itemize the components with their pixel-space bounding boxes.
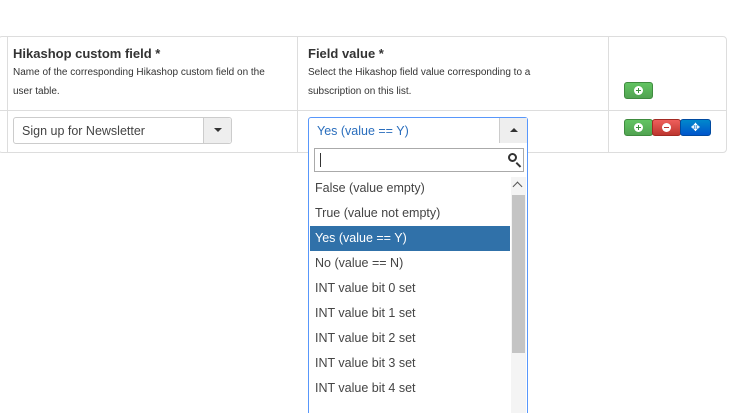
dropdown-option[interactable]: INT value bit 1 set	[310, 301, 510, 326]
field-value-description-line1: Select the Hikashop field value correspo…	[308, 67, 531, 78]
field-value-dropdown: False (value empty) True (value not empt…	[308, 143, 528, 413]
custom-field-description-line2: user table.	[13, 86, 60, 97]
add-row-button[interactable]	[624, 82, 653, 99]
column-divider	[297, 37, 298, 152]
dropdown-option[interactable]: INT value bit 0 set	[310, 276, 510, 301]
plus-circle-icon	[634, 123, 643, 132]
column-divider	[7, 37, 8, 152]
dropdown-option[interactable]: False (value empty)	[310, 176, 510, 201]
dropdown-option[interactable]: No (value == N)	[310, 251, 510, 276]
custom-field-header: Hikashop custom field *	[13, 46, 161, 61]
search-icon	[508, 153, 517, 162]
remove-row-button[interactable]	[652, 119, 681, 136]
move-row-button[interactable]: ✥	[680, 119, 711, 136]
scroll-up-arrow-icon[interactable]	[512, 181, 523, 192]
dropdown-option[interactable]: True (value not empty)	[310, 201, 510, 226]
dropdown-option[interactable]: INT value bit 3 set	[310, 351, 510, 376]
add-row-button[interactable]	[624, 119, 653, 136]
custom-field-select-toggle[interactable]	[203, 118, 231, 143]
dropdown-scrollbar[interactable]	[511, 177, 526, 413]
text-cursor	[320, 153, 321, 167]
row-divider	[0, 110, 726, 111]
dropdown-option[interactable]: INT value bit 2 set	[310, 326, 510, 351]
caret-up-icon	[510, 128, 518, 132]
custom-field-select-value: Sign up for Newsletter	[22, 124, 145, 138]
field-value-header: Field value *	[308, 46, 384, 61]
plus-circle-icon	[634, 86, 643, 95]
field-value-description-line2: subscription on this list.	[308, 86, 412, 97]
column-divider	[608, 37, 609, 152]
field-value-select-toggle[interactable]	[499, 118, 527, 143]
caret-down-icon	[214, 128, 222, 132]
custom-field-select[interactable]: Sign up for Newsletter	[13, 117, 232, 144]
minus-circle-icon	[662, 123, 671, 132]
field-value-select[interactable]: Yes (value == Y)	[308, 117, 528, 144]
move-arrows-icon: ✥	[690, 121, 701, 134]
dropdown-option-selected[interactable]: Yes (value == Y)	[310, 226, 510, 251]
custom-field-description-line1: Name of the corresponding Hikashop custo…	[13, 67, 265, 78]
dropdown-option[interactable]: INT value bit 4 set	[310, 376, 510, 401]
dropdown-search-input[interactable]	[314, 148, 524, 172]
field-value-select-value: Yes (value == Y)	[317, 124, 409, 138]
scrollbar-thumb[interactable]	[512, 195, 525, 353]
